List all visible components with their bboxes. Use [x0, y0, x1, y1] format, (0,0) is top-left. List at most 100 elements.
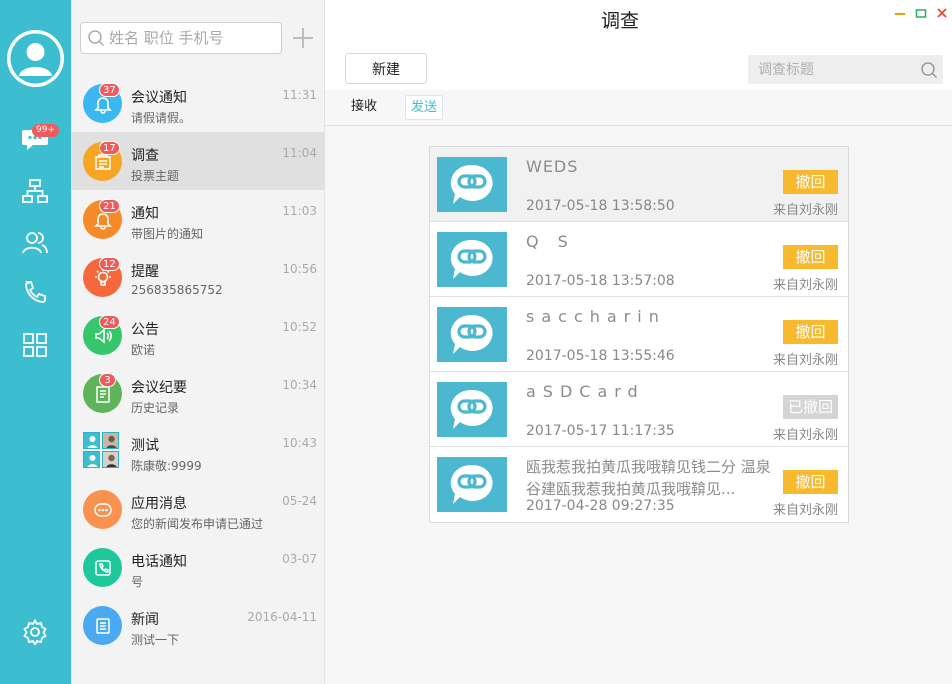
session-time: 11:31 [282, 88, 317, 102]
session-name: 公告 [131, 322, 159, 338]
settings-gear-icon[interactable] [16, 615, 54, 649]
panel-header: 调查 新建 [325, 0, 952, 90]
session-preview: 带图片的通知 [131, 227, 204, 241]
session-preview: 您的新闻发布申请已通过 [131, 517, 264, 531]
session-item[interactable]: 24 公告 欧诺 10:52 [71, 306, 325, 364]
withdraw-button[interactable]: 撤回 [783, 320, 838, 344]
link-chain-icon [437, 307, 507, 362]
survey-sender: 来自刘永刚 [772, 353, 838, 368]
contacts-icon[interactable] [16, 225, 54, 259]
survey-title: saccharin [526, 307, 666, 326]
survey-row[interactable]: aSDCard 2017-05-17 11:17:35 已撤回 来自刘永刚 [430, 372, 848, 447]
news-icon [83, 606, 122, 645]
survey-sender: 来自刘永刚 [772, 278, 838, 293]
survey-date: 2017-05-18 13:57:08 [526, 273, 675, 289]
session-preview: 号 [131, 575, 144, 589]
session-item[interactable]: 电话通知 号 03-07 [71, 538, 325, 596]
session-item[interactable]: 3 会议纪要 历史记录 10:34 [71, 364, 325, 422]
nav-rail: 99+ [0, 0, 71, 684]
session-time: 11:04 [282, 146, 317, 160]
minimize-icon[interactable] [893, 6, 906, 19]
survey-date: 2017-05-17 11:17:35 [526, 423, 675, 439]
session-item[interactable]: 测试 陈康敬:9999 10:43 [71, 422, 325, 480]
session-item[interactable]: 21 通知 带图片的通知 11:03 [71, 190, 325, 248]
survey-sender: 来自刘永刚 [772, 428, 838, 443]
phone-icon[interactable] [16, 275, 54, 309]
session-item[interactable]: 新闻 测试一下 2016-04-11 [71, 596, 325, 654]
search-icon [88, 30, 105, 47]
session-time: 05-24 [282, 494, 317, 508]
session-name: 会议纪要 [131, 380, 187, 396]
link-chain-icon [437, 157, 507, 212]
survey-date: 2017-05-18 13:55:46 [526, 348, 675, 364]
session-preview: 投票主题 [131, 169, 180, 183]
tab-send[interactable]: 发送 [405, 95, 444, 120]
session-time: 2016-04-11 [247, 610, 317, 624]
survey-title: 瓯我惹我拍黄瓜我哦鞥见钱二分 温泉谷建瓯我惹我拍黄瓜我哦鞥见... [526, 458, 771, 498]
window-title: 调查 [600, 10, 639, 32]
session-preview: 256835865752 [131, 283, 223, 297]
session-item[interactable]: 应用消息 您的新闻发布申请已通过 05-24 [71, 480, 325, 538]
window-controls [893, 6, 948, 19]
user-avatar[interactable] [7, 30, 64, 87]
session-preview: 测试一下 [131, 633, 180, 647]
session-preview: 请假请假。 [131, 111, 192, 125]
apps-grid-icon[interactable] [16, 328, 54, 362]
session-preview: 欧诺 [131, 343, 156, 357]
withdraw-button[interactable]: 撤回 [783, 245, 838, 269]
survey-title: Q S [526, 232, 575, 251]
session-time: 11:03 [282, 204, 317, 218]
unread-badge: 37 [99, 83, 120, 97]
search-icon[interactable] [920, 61, 938, 79]
survey-title-search-input[interactable] [758, 61, 908, 78]
session-name: 电话通知 [131, 554, 187, 570]
unread-badge: 3 [99, 373, 116, 387]
survey-sender: 来自刘永刚 [772, 503, 838, 518]
tab-receive[interactable]: 接收 [346, 95, 382, 120]
unread-badge: 12 [99, 257, 120, 271]
unread-badge: 21 [99, 199, 120, 213]
survey-panel: 调查 新建 接收 发送 WEDS 2017-05-18 13:58:50 撤回 … [325, 0, 952, 684]
phone-icon [83, 548, 122, 587]
org-chart-icon[interactable] [16, 174, 54, 208]
survey-title-search [748, 55, 943, 84]
session-time: 10:52 [282, 320, 317, 334]
link-chain-icon [437, 232, 507, 287]
link-chain-icon [437, 457, 507, 512]
withdraw-button[interactable]: 撤回 [783, 170, 838, 194]
session-item[interactable]: 37 会议通知 请假请假。 11:31 [71, 74, 325, 132]
session-time: 10:34 [282, 378, 317, 392]
survey-row[interactable]: saccharin 2017-05-18 13:55:46 撤回 来自刘永刚 [430, 297, 848, 372]
survey-title: aSDCard [526, 382, 645, 401]
session-name: 通知 [131, 206, 159, 222]
survey-row[interactable]: 瓯我惹我拍黄瓜我哦鞥见钱二分 温泉谷建瓯我惹我拍黄瓜我哦鞥见... 2017-0… [430, 447, 848, 522]
survey-sender: 来自刘永刚 [772, 203, 838, 218]
session-items: 37 会议通知 请假请假。 11:31 17 调查 投票主题 11:04 21 … [71, 74, 325, 654]
session-time: 10:43 [282, 436, 317, 450]
session-preview: 历史记录 [131, 401, 180, 415]
close-icon[interactable] [935, 6, 948, 19]
session-name: 调查 [131, 148, 159, 164]
session-name: 应用消息 [131, 496, 187, 512]
session-time: 10:56 [282, 262, 317, 276]
add-icon[interactable] [291, 26, 315, 50]
session-name: 新闻 [131, 612, 159, 628]
maximize-icon[interactable] [914, 6, 927, 19]
link-chain-icon [437, 382, 507, 437]
session-list-panel: 37 会议通知 请假请假。 11:31 17 调查 投票主题 11:04 21 … [71, 0, 325, 684]
session-item[interactable]: 12 提醒 256835865752 10:56 [71, 248, 325, 306]
contact-search-input[interactable] [109, 29, 279, 47]
session-item[interactable]: 17 调查 投票主题 11:04 [71, 132, 325, 190]
new-survey-button[interactable]: 新建 [345, 53, 427, 84]
survey-row[interactable]: Q S 2017-05-18 13:57:08 撤回 来自刘永刚 [430, 222, 848, 297]
tab-bar: 接收 发送 [325, 90, 952, 126]
session-name: 提醒 [131, 264, 159, 280]
dots-icon [83, 490, 122, 529]
group-avatar [83, 432, 121, 470]
survey-row[interactable]: WEDS 2017-05-18 13:58:50 撤回 来自刘永刚 [430, 147, 848, 222]
session-preview: 陈康敬:9999 [131, 459, 202, 473]
survey-list: WEDS 2017-05-18 13:58:50 撤回 来自刘永刚 Q S 20… [429, 146, 849, 523]
withdraw-button[interactable]: 撤回 [783, 470, 838, 494]
withdrawn-status: 已撤回 [783, 395, 838, 419]
survey-title: WEDS [526, 157, 579, 176]
